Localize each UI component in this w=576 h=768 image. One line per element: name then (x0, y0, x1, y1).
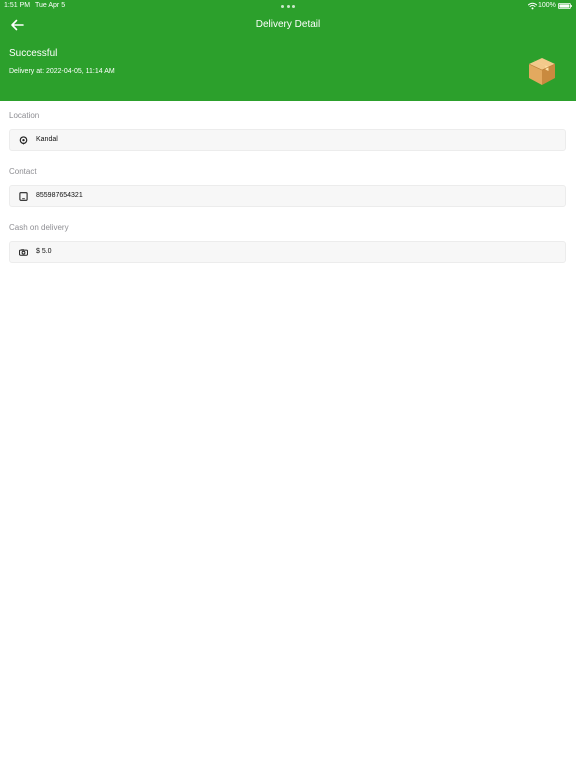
contact-label: Contact (9, 167, 37, 176)
location-field[interactable]: Kandal (9, 129, 566, 151)
status-time: 1:51 PM (4, 2, 31, 9)
location-label: Location (9, 111, 40, 120)
location-value: Kandal (36, 136, 58, 143)
delivery-status: Successful (9, 48, 58, 59)
cash-label: Cash on delivery (9, 223, 69, 232)
delivery-timestamp: Delivery at: 2022-04-05, 11:14 AM (9, 68, 115, 75)
multitask-dots-icon[interactable] (281, 5, 295, 8)
status-date: Tue Apr 5 (35, 2, 66, 9)
battery-icon (558, 3, 572, 9)
cash-value: $ 5.0 (36, 248, 52, 255)
cash-field[interactable]: $ 5.0 (9, 241, 566, 263)
phone-icon (19, 192, 28, 201)
cash-icon (19, 249, 28, 256)
header: 1:51 PM Tue Apr 5 100% Delivery Detail S… (0, 0, 576, 101)
wifi-icon (528, 2, 537, 10)
contact-field[interactable]: 855987654321 (9, 185, 566, 207)
battery-percent: 100% (538, 2, 556, 9)
page-title: Delivery Detail (255, 19, 321, 30)
contact-value: 855987654321 (36, 192, 83, 199)
status-bar: 1:51 PM Tue Apr 5 100% (0, 0, 576, 12)
location-pin-icon (19, 136, 28, 145)
package-box-icon (528, 58, 556, 85)
